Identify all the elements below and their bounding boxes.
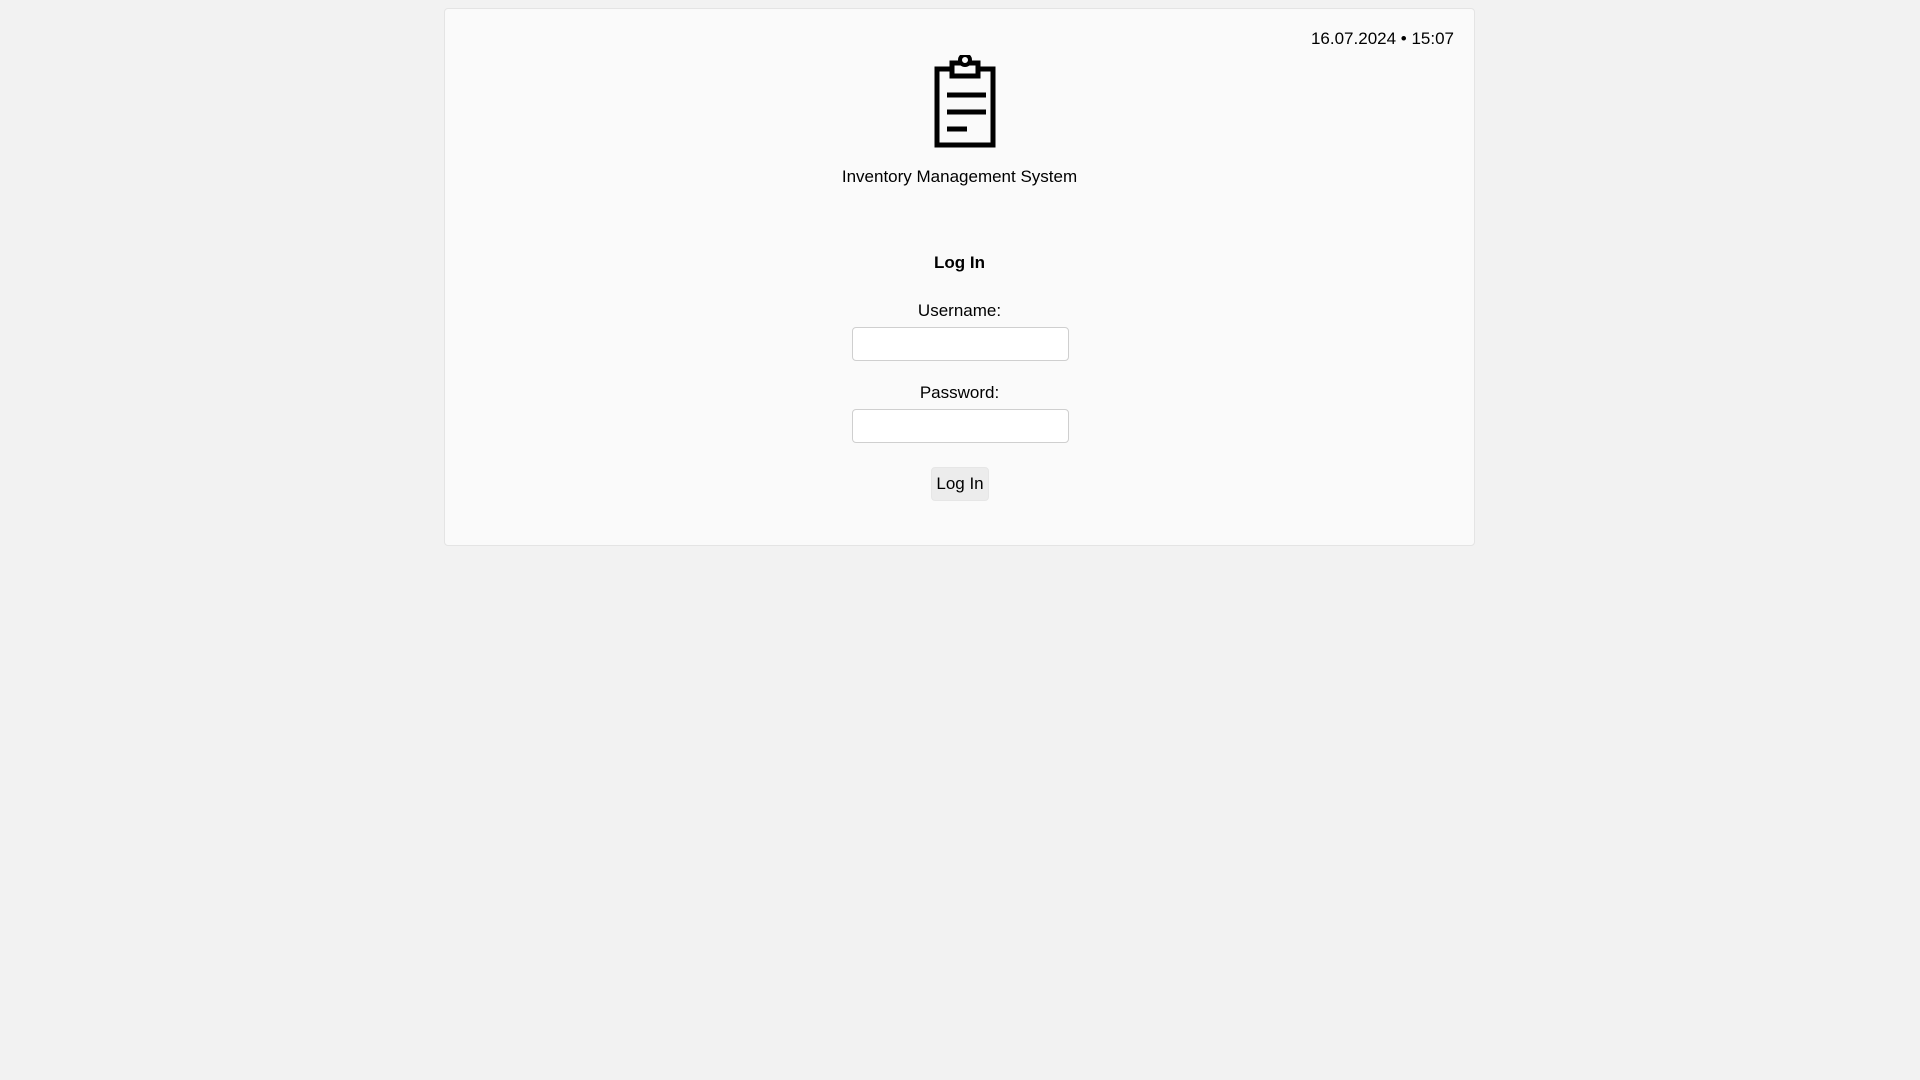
app-name: Inventory Management System — [841, 167, 1078, 186]
username-label: Username: — [917, 301, 1002, 320]
clipboard-icon — [934, 55, 996, 148]
login-button[interactable]: Log In — [931, 467, 989, 501]
datetime-display: 16.07.2024 • 15:07 — [1310, 29, 1454, 48]
password-label: Password: — [919, 383, 1000, 402]
login-card: 16.07.2024 • 15:07 Inventory Management … — [444, 8, 1475, 546]
username-input[interactable] — [852, 327, 1069, 361]
password-input[interactable] — [852, 409, 1069, 443]
login-form-title: Log In — [934, 253, 985, 272]
